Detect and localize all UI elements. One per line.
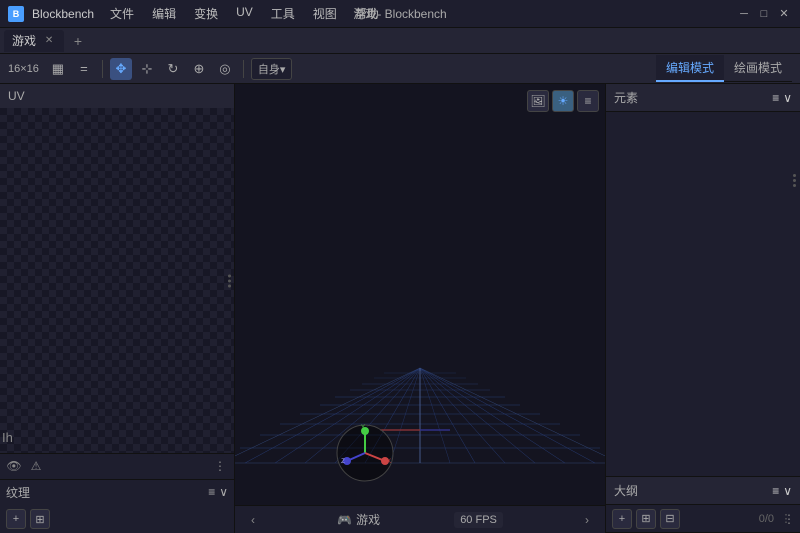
svg-text:Y: Y	[361, 425, 365, 431]
menu-view[interactable]: 视图	[305, 3, 345, 24]
toolbar: 16×16 ▦ = ✥ ⊹ ↻ ⊕ ◎ 自身▾ 编辑模式 绘画模式	[0, 54, 800, 84]
toolbar-grid-btn[interactable]: ▦	[47, 58, 69, 80]
app-logo: B	[8, 6, 24, 22]
edit-mode-button[interactable]: 编辑模式	[656, 55, 724, 82]
outline-delete-button[interactable]: ⊟	[660, 509, 680, 529]
toolbar-select-tool[interactable]: ✥	[110, 58, 132, 80]
elements-header-icons: ≡ ∨	[772, 91, 792, 105]
main-area: UV 👁 ⚠ ⋮ 纹理 ≡ ∨	[0, 84, 800, 533]
uv-title: UV	[8, 89, 25, 103]
texture-header-icons: ≡ ∨	[208, 485, 228, 499]
toolbar-space-label: 自身▾	[258, 61, 286, 77]
uv-resize-handle[interactable]	[228, 274, 231, 287]
toolbar-headset-tool[interactable]: ◎	[214, 58, 236, 80]
outline-header: 大纲 ≡ ∨	[606, 477, 800, 505]
uv-canvas[interactable]	[0, 108, 234, 453]
toolbar-move-tool[interactable]: ⊹	[136, 58, 158, 80]
toolbar-space-dropdown[interactable]: 自身▾	[251, 58, 293, 80]
outline-count: 0/0	[759, 513, 774, 525]
viewport-sun-btn[interactable]: ☀	[552, 90, 574, 112]
toolbar-sep-1	[102, 60, 103, 78]
ih-text: Ih	[2, 430, 13, 445]
toolbar-target-tool[interactable]: ⊕	[188, 58, 210, 80]
warning-icon[interactable]: ⚠	[28, 458, 44, 474]
svg-text:X: X	[387, 459, 391, 465]
viewport-prev-button[interactable]: ‹	[243, 510, 263, 530]
menu-tools[interactable]: 工具	[263, 3, 303, 24]
texture-row: 纹理 ≡ ∨	[0, 480, 234, 505]
svg-text:Z: Z	[341, 459, 345, 465]
elements-title: 元素	[614, 89, 638, 106]
toolbar-size-label: 16×16	[8, 63, 39, 75]
outline-dropdown-icon[interactable]: ∨	[783, 484, 792, 498]
texture-list-menu[interactable]: ⋮	[781, 511, 797, 527]
tab-game[interactable]: 游戏 ✕	[4, 30, 64, 52]
scene-label: 游戏	[356, 511, 380, 528]
viewport-bottom-bar: ‹ 🎮 游戏 60 FPS ›	[235, 505, 605, 533]
scene-tab: 🎮 游戏	[337, 511, 380, 528]
minimize-button[interactable]: ─	[736, 6, 752, 22]
menu-transform[interactable]: 变换	[186, 3, 226, 24]
resize-dot-2	[793, 179, 796, 182]
scene-icon: 🎮	[337, 513, 352, 527]
tab-label: 游戏	[12, 32, 36, 49]
uv-bottom-panel: 👁 ⚠ ⋮ 纹理 ≡ ∨ + ⊞ ⋮	[0, 453, 234, 533]
window-title: 游戏- Blockbench	[353, 5, 446, 22]
texture-dropdown-icon[interactable]: ∨	[219, 485, 228, 499]
maximize-button[interactable]: □	[756, 6, 772, 22]
close-button[interactable]: ✕	[776, 6, 792, 22]
resize-dot-1	[793, 174, 796, 177]
texture-menu-icon[interactable]: ≡	[208, 485, 215, 499]
3d-grid	[235, 283, 605, 503]
tab-bar: 游戏 ✕ +	[0, 28, 800, 54]
texture-title: 纹理	[6, 484, 30, 501]
viewport-menu-btn[interactable]: ≡	[577, 90, 599, 112]
uv-header: UV	[0, 84, 234, 108]
outline-header-icons: ≡ ∨	[772, 484, 792, 498]
axis-gizmo: Y X Z	[335, 423, 395, 483]
viewport-image-btn[interactable]: 🖼	[527, 90, 549, 112]
outline-title: 大纲	[614, 482, 638, 499]
menu-bar: 文件 编辑 变换 UV 工具 视图 帮助	[102, 3, 387, 24]
menu-edit[interactable]: 编辑	[144, 3, 184, 24]
viewport-next-button[interactable]: ›	[577, 510, 597, 530]
add-texture-button[interactable]: +	[6, 509, 26, 529]
elements-list	[606, 112, 800, 476]
menu-file[interactable]: 文件	[102, 3, 142, 24]
outline-folder-button[interactable]: ⊞	[636, 509, 656, 529]
outline-toolbar: + ⊞ ⊟ 0/0 ⋮	[606, 505, 800, 533]
toolbar-equals-btn[interactable]: =	[73, 58, 95, 80]
right-panel: 元素 ≡ ∨ 大纲 ≡ ∨ +	[605, 84, 800, 533]
uv-tools-row: 👁 ⚠ ⋮	[0, 454, 234, 480]
tab-close-button[interactable]: ✕	[42, 34, 56, 48]
outline-add-button[interactable]: +	[612, 509, 632, 529]
viewport-3d[interactable]: 🖼 ☀ ≡	[235, 84, 605, 533]
outline-section: 大纲 ≡ ∨ + ⊞ ⊟ 0/0 ⋮	[606, 476, 800, 533]
import-texture-button[interactable]: ⊞	[30, 509, 50, 529]
paint-mode-button[interactable]: 绘画模式	[724, 55, 792, 82]
toolbar-rotate-tool[interactable]: ↻	[162, 58, 184, 80]
elements-dropdown-icon[interactable]: ∨	[783, 91, 792, 105]
viewport-toolbar: 🖼 ☀ ≡	[527, 90, 599, 112]
uv-panel-menu[interactable]: ⋮	[212, 458, 228, 474]
resize-dot-3	[793, 184, 796, 187]
uv-panel: UV 👁 ⚠ ⋮ 纹理 ≡ ∨	[0, 84, 235, 533]
app-name: Blockbench	[32, 7, 94, 21]
elements-menu-icon[interactable]: ≡	[772, 91, 779, 105]
menu-uv[interactable]: UV	[228, 3, 261, 24]
title-bar: B Blockbench 文件 编辑 变换 UV 工具 视图 帮助 游戏- Bl…	[0, 0, 800, 28]
elements-header: 元素 ≡ ∨	[606, 84, 800, 112]
window-controls: ─ □ ✕	[736, 6, 792, 22]
uv-checkerboard	[0, 108, 234, 453]
fps-counter: 60 FPS	[454, 512, 503, 528]
outline-menu-icon[interactable]: ≡	[772, 484, 779, 498]
eye-icon[interactable]: 👁	[6, 458, 22, 474]
title-bar-left: B Blockbench 文件 编辑 变换 UV 工具 视图 帮助	[8, 3, 387, 24]
tab-add-button[interactable]: +	[68, 31, 88, 51]
toolbar-sep-2	[243, 60, 244, 78]
texture-list[interactable]: + ⊞ ⋮	[0, 505, 234, 533]
